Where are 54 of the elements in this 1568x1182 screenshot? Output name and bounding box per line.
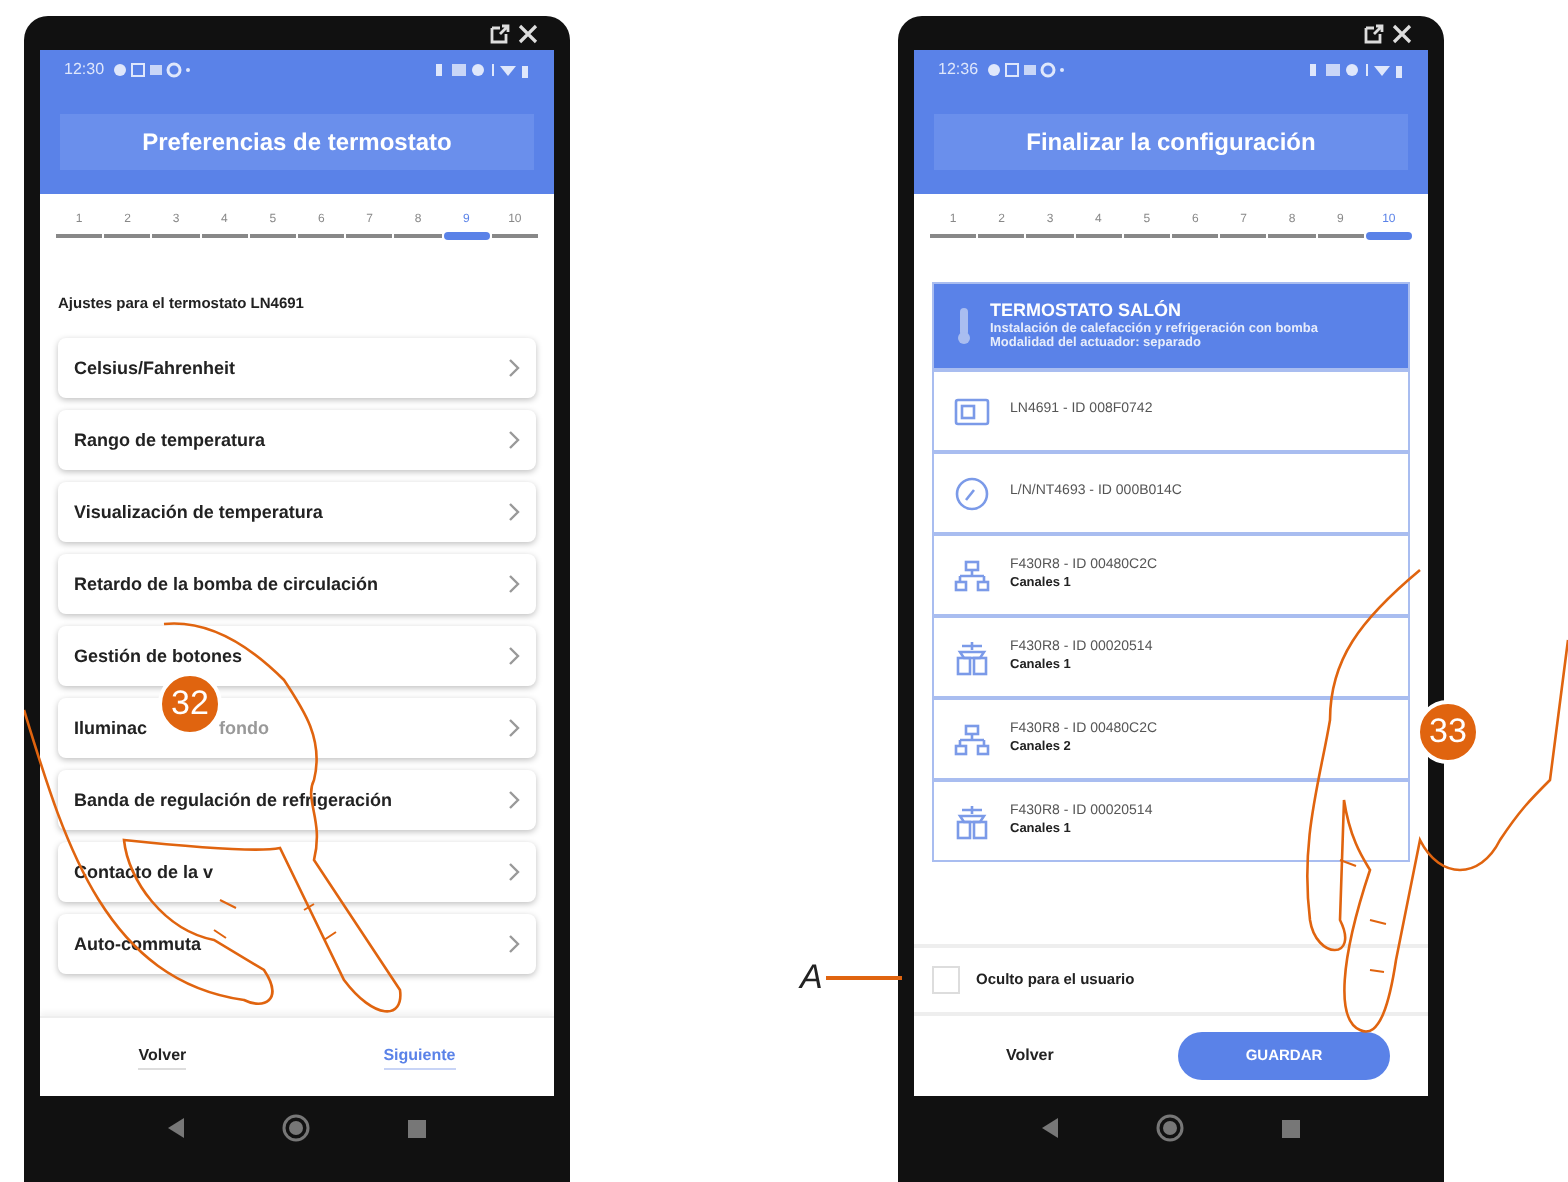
hidden-checkbox[interactable] — [932, 966, 960, 994]
back-link[interactable]: Volver — [138, 1044, 187, 1070]
pump-icon — [954, 803, 990, 839]
item-label: Iluminac — [74, 715, 148, 741]
back-nav-icon[interactable] — [1042, 1118, 1059, 1138]
chevron-icon — [508, 862, 520, 883]
item-label: Rango de temperatura — [74, 427, 266, 454]
popout-icon[interactable] — [1364, 23, 1384, 43]
chevron-icon — [508, 934, 520, 955]
chevron-icon — [508, 430, 520, 451]
back-nav-icon[interactable] — [168, 1118, 185, 1138]
home-nav-icon[interactable] — [281, 1114, 310, 1142]
settings-item[interactable]: Celsius/Fahrenheit — [58, 338, 536, 399]
item-label: Visualización de temperatura — [74, 499, 323, 526]
close-icon[interactable] — [518, 23, 538, 43]
screen-title: Preferencias de termostato — [60, 114, 534, 170]
item-label: fondo — [219, 715, 270, 741]
popout-icon[interactable] — [490, 23, 510, 43]
settings-item[interactable]: Gestión de botones — [58, 626, 536, 687]
item-label: Celsius/Fahrenheit — [74, 355, 236, 381]
pump-icon — [954, 639, 990, 675]
settings-item[interactable]: Rango de temperatura — [58, 410, 536, 471]
chevron-icon — [508, 574, 520, 595]
thermostat-icon — [954, 397, 990, 425]
item-label: Gestión de botones — [74, 643, 243, 669]
annotation-letter: A — [800, 956, 823, 1000]
thermometer-icon — [958, 306, 970, 346]
next-link[interactable]: Siguiente — [383, 1044, 456, 1070]
system-status-icons — [1308, 62, 1404, 78]
home-nav-icon[interactable] — [1155, 1114, 1184, 1142]
chevron-icon — [508, 790, 520, 811]
status-time: 12:30 — [64, 58, 105, 82]
item-label: Retardo de la bomba de circulación — [74, 571, 379, 597]
recents-nav-icon[interactable] — [1281, 1119, 1300, 1137]
notification-icons — [112, 62, 193, 78]
recents-nav-icon[interactable] — [407, 1119, 426, 1137]
settings-item[interactable]: Visualización de temperatura — [58, 482, 536, 543]
network-icon — [954, 559, 990, 591]
close-icon[interactable] — [1392, 23, 1412, 43]
system-status-icons — [434, 62, 530, 78]
leader-line — [826, 975, 903, 980]
chevron-icon — [508, 502, 520, 523]
gauge-icon — [954, 475, 990, 511]
summary-title: TERMOSTATO SALÓN — [990, 300, 1183, 322]
network-icon — [954, 723, 990, 755]
notification-icons — [986, 62, 1067, 78]
settings-item[interactable]: Retardo de la bomba de circulación — [58, 554, 536, 615]
chevron-icon — [508, 358, 520, 379]
status-time: 12:36 — [938, 58, 979, 82]
screen-title: Finalizar la configuración — [934, 114, 1408, 170]
chevron-icon — [508, 646, 520, 667]
chevron-icon — [508, 718, 520, 739]
back-link[interactable]: Volver — [1006, 1044, 1054, 1068]
step-callout: 33 — [1416, 700, 1480, 764]
